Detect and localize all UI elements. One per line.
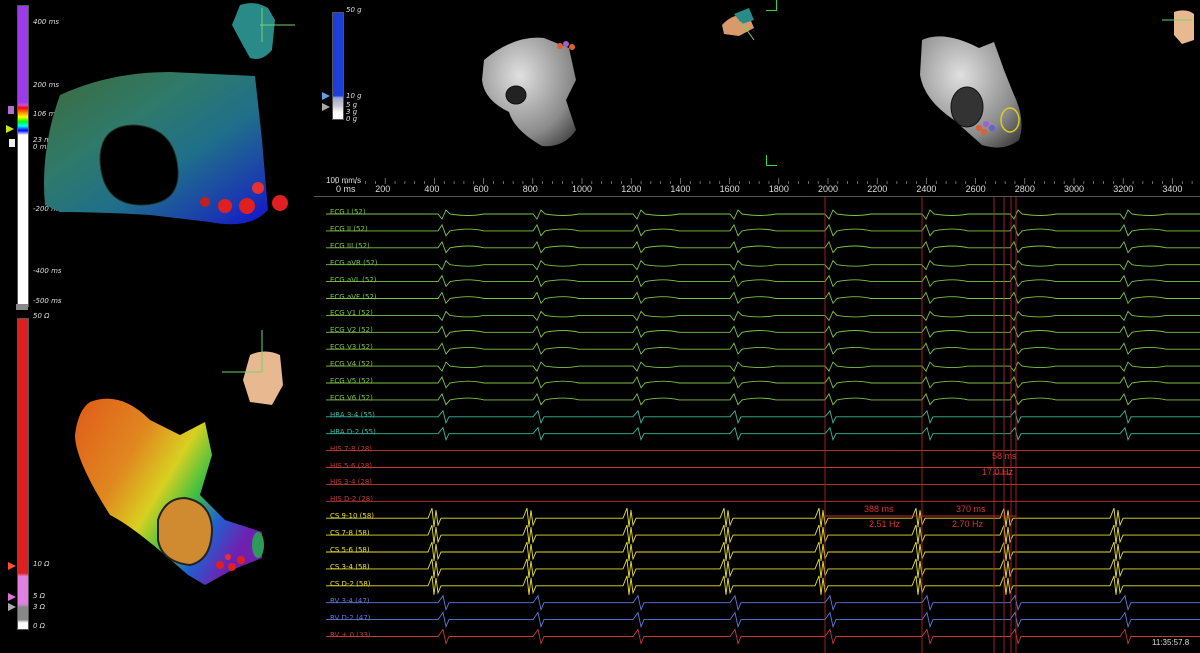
signal-trace	[326, 524, 1200, 545]
measurement-interval: 388 ms	[864, 504, 894, 514]
voltage-ablation-point	[216, 561, 224, 569]
lat-anatomy-svg[interactable]	[0, 0, 310, 325]
signal-trace	[326, 409, 1200, 425]
voltage-map-panel[interactable]: 50 Ω 10 Ω 5 Ω 3 Ω 0 Ω	[0, 310, 310, 653]
signal-trace	[326, 541, 1200, 562]
voltage-ablation-point	[225, 554, 231, 560]
signal-trace	[326, 291, 1200, 305]
signal-trace	[326, 310, 1200, 322]
voltage-ablation-point	[228, 563, 236, 571]
anatomy-views-svg[interactable]	[314, 0, 1200, 170]
lat-map-panel[interactable]: 400 ms 200 ms 106 ms 23 ms 0 ms -200 ms …	[0, 0, 310, 325]
measurement-interval: 370 ms	[956, 504, 986, 514]
signal-trace	[326, 594, 1200, 612]
measurement-interval: 58 ms	[992, 451, 1017, 461]
signals-panel[interactable]: 100 mm/s 0 ms 200 400 600 800 1000 1200 1400 160…	[314, 172, 1200, 653]
anatomy-shell-view-1	[482, 37, 576, 147]
signal-trace	[326, 361, 1200, 372]
lat-ablation-point	[218, 199, 232, 213]
signal-traces-svg[interactable]	[314, 172, 1200, 653]
signal-trace	[326, 342, 1200, 355]
signal-trace	[326, 223, 1200, 237]
orientation-torso-icon	[243, 351, 283, 405]
measurement-rate: 17.0 Hz	[982, 467, 1014, 477]
signal-trace	[326, 508, 1200, 528]
orientation-torso-icon	[1174, 10, 1194, 44]
lat-ablation-point	[252, 182, 264, 194]
signal-trace	[326, 274, 1200, 288]
signal-trace	[326, 376, 1200, 389]
clock-readout: 11:35:57.8	[1152, 638, 1190, 647]
orientation-torso-icon	[232, 3, 275, 59]
anatomy-views-panel[interactable]: 50 g 10 g 5 g 3 g 0 g	[314, 0, 1200, 170]
voltage-valve-ring	[157, 496, 214, 567]
measurement-rate: 2.51 Hz	[869, 519, 901, 529]
signal-trace	[326, 611, 1200, 629]
signal-trace	[326, 392, 1200, 406]
signal-trace	[326, 240, 1200, 254]
signal-trace	[326, 575, 1200, 595]
signal-trace	[326, 558, 1200, 578]
lat-ablation-point	[239, 198, 255, 214]
signal-trace	[326, 325, 1200, 338]
signal-trace	[326, 426, 1200, 441]
viewport-corner	[766, 155, 777, 166]
measurement-rate: 2.70 Hz	[952, 519, 984, 529]
signal-trace	[326, 259, 1200, 271]
lat-ablation-point	[200, 197, 210, 207]
voltage-ablation-point	[237, 556, 245, 564]
voltage-anatomy-svg[interactable]	[0, 310, 310, 653]
signal-trace	[326, 209, 1200, 220]
viewport-corner	[766, 0, 777, 11]
lat-ablation-point	[272, 195, 288, 211]
voltage-outflow	[252, 532, 264, 558]
signal-trace	[326, 628, 1200, 645]
